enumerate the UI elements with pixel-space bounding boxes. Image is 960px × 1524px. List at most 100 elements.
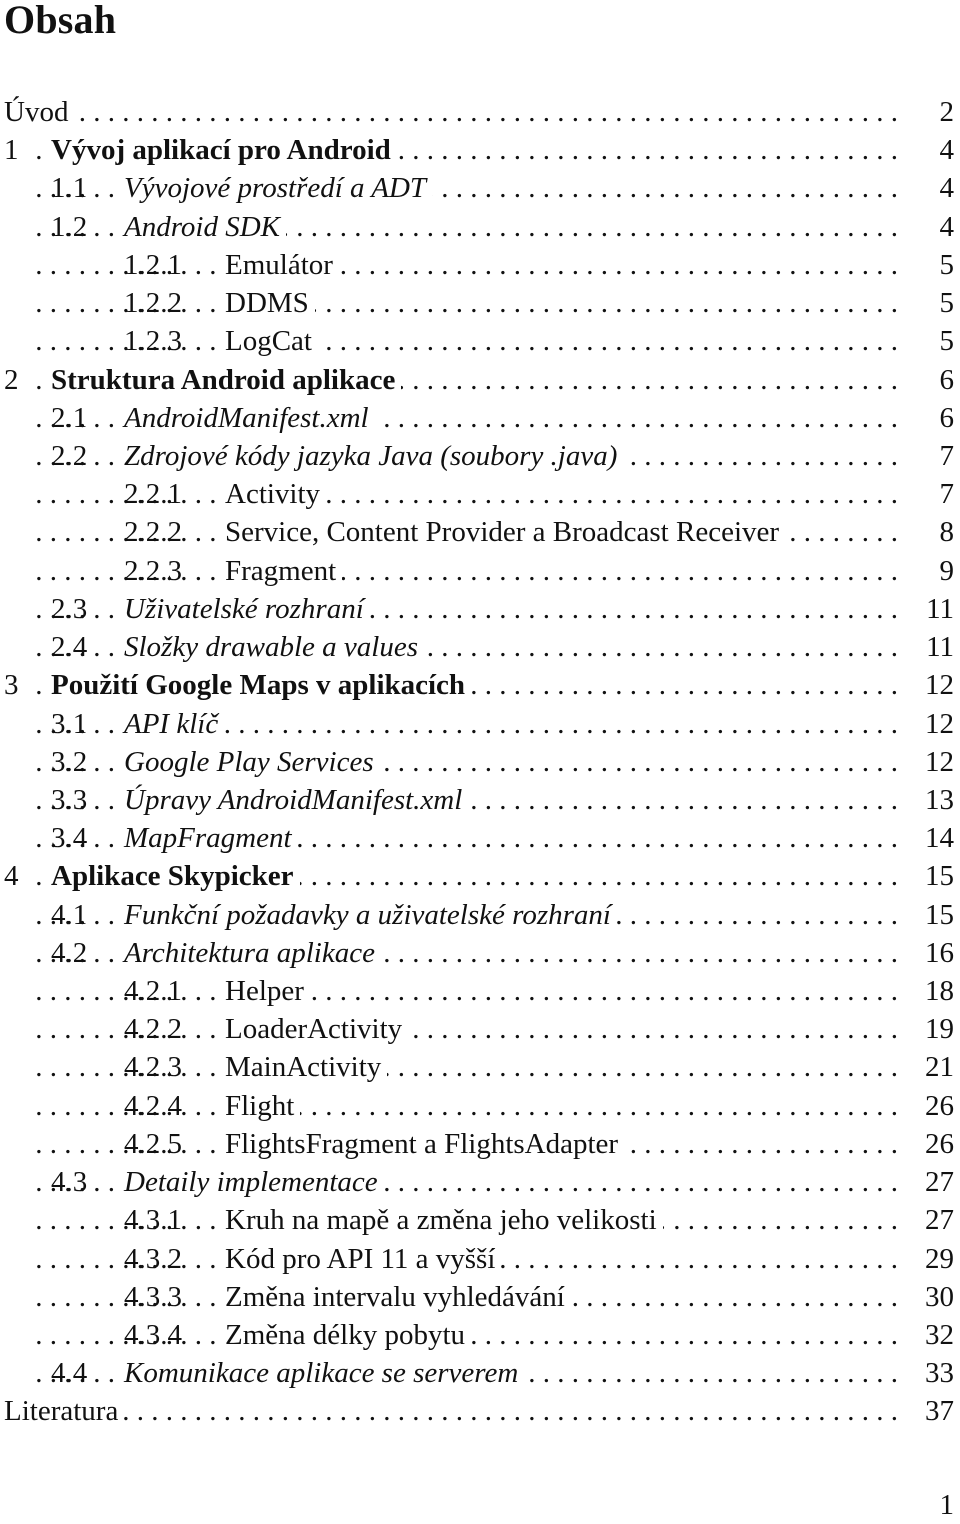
- toc-entry-title[interactable]: Funkční požadavky a uživatelské rozhraní: [124, 895, 617, 934]
- toc-entry-page-number[interactable]: 4: [939, 207, 954, 246]
- toc-entry[interactable]: 4.2.1 Helper . . . . . . . . . . . . . . …: [0, 972, 960, 1011]
- toc-entry[interactable]: 4 Aplikace Skypicker . . . . . . . . . . …: [0, 857, 960, 896]
- toc-entry-page-number[interactable]: 26: [925, 1086, 954, 1125]
- toc-entry[interactable]: 4.3.3 Změna intervalu vyhledávání . . . .…: [0, 1277, 960, 1316]
- toc-entry-page-number[interactable]: 29: [925, 1239, 954, 1278]
- toc-entry[interactable]: 2.4 Složky drawable a values . . . . . . …: [0, 628, 960, 667]
- toc-entry-title[interactable]: MapFragment: [124, 819, 298, 858]
- toc-entry-title[interactable]: Složky drawable a values: [124, 628, 424, 667]
- toc-entry-page-number[interactable]: 14: [925, 819, 954, 858]
- toc-entry-page-number[interactable]: 26: [925, 1124, 954, 1163]
- toc-entry-page-number[interactable]: 27: [925, 1201, 954, 1240]
- toc-entry-title[interactable]: Detaily implementace: [124, 1163, 384, 1202]
- toc-entry-title[interactable]: Fragment: [225, 551, 343, 590]
- toc-entry-title[interactable]: FlightsFragment a FlightsAdapter: [225, 1124, 625, 1163]
- toc-entry-title[interactable]: Úvod: [4, 93, 75, 131]
- toc-entry[interactable]: 2.2.2 Service, Content Provider a Broadca…: [0, 513, 960, 552]
- toc-entry-page-number[interactable]: 11: [926, 589, 954, 628]
- toc-entry[interactable]: 2.2.3 Fragment . . . . . . . . . . . . . …: [0, 551, 960, 590]
- toc-entry-page-number[interactable]: 33: [925, 1354, 954, 1393]
- toc-entry-title[interactable]: Použití Google Maps v aplikacích: [51, 666, 472, 705]
- toc-entry[interactable]: 1.2 Android SDK . . . . . . . . . . . . .…: [0, 207, 960, 246]
- toc-entry-page-number[interactable]: 15: [925, 895, 954, 934]
- toc-entry-title[interactable]: Service, Content Provider a Broadcast Re…: [225, 513, 786, 552]
- toc-entry[interactable]: 1.2.2 DDMS . . . . . . . . . . . . . . . …: [0, 284, 960, 323]
- toc-entry[interactable]: 3.4 MapFragment . . . . . . . . . . . . .…: [0, 819, 960, 858]
- toc-entry-page-number[interactable]: 12: [925, 742, 954, 781]
- toc-entry-page-number[interactable]: 37: [925, 1392, 954, 1431]
- toc-entry[interactable]: 1 Vývoj aplikací pro Android . . . . . . …: [0, 131, 960, 170]
- toc-entry-page-number[interactable]: 27: [925, 1163, 954, 1202]
- toc-entry-page-number[interactable]: 9: [939, 551, 954, 590]
- toc-entry[interactable]: 1.2.3 LogCat . . . . . . . . . . . . . . …: [0, 322, 960, 361]
- toc-entry[interactable]: 3 Použití Google Maps v aplikacích . . . …: [0, 666, 960, 705]
- toc-entry-page-number[interactable]: 7: [939, 475, 954, 514]
- toc-entry-page-number[interactable]: 6: [939, 398, 954, 437]
- toc-entry[interactable]: 3.2 Google Play Services . . . . . . . . …: [0, 742, 960, 781]
- toc-entry[interactable]: 4.2.4 Flight . . . . . . . . . . . . . . …: [0, 1086, 960, 1125]
- toc-entry-title[interactable]: Aplikace Skypicker: [51, 857, 300, 896]
- toc-entry-title[interactable]: Komunikace aplikace se serverem: [124, 1354, 525, 1393]
- toc-entry-page-number[interactable]: 12: [925, 704, 954, 743]
- toc-entry-title[interactable]: Struktura Android aplikace: [51, 360, 402, 399]
- toc-entry-title[interactable]: Literatura: [4, 1392, 125, 1431]
- toc-entry[interactable]: 2.2 Zdrojové kódy jazyka Java (soubory .j…: [0, 436, 960, 475]
- toc-entry[interactable]: 4.4 Komunikace aplikace se serverem . . .…: [0, 1354, 960, 1393]
- toc-entry[interactable]: 1.2.1 Emulátor . . . . . . . . . . . . . …: [0, 245, 960, 284]
- toc-entry-title[interactable]: Změna intervalu vyhledávání: [225, 1277, 571, 1316]
- toc-entry[interactable]: 4.3.4 Změna délky pobytu . . . . . . . . …: [0, 1316, 960, 1354]
- toc-entry-page-number[interactable]: 30: [925, 1277, 954, 1316]
- toc-entry-title[interactable]: DDMS: [225, 284, 315, 323]
- toc-entry[interactable]: 4.3 Detaily implementace . . . . . . . . …: [0, 1163, 960, 1202]
- toc-entry-title[interactable]: LoaderActivity: [225, 1010, 409, 1049]
- toc-entry-page-number[interactable]: 13: [925, 780, 954, 819]
- toc-entry[interactable]: 4.1 Funkční požadavky a uživatelské rozhr…: [0, 895, 960, 934]
- toc-entry-title[interactable]: AndroidManifest.xml: [124, 398, 375, 437]
- toc-entry[interactable]: Úvod . . . . . . . . . . . . . . . . . .…: [0, 93, 960, 131]
- toc-entry[interactable]: 2.2.1 Activity . . . . . . . . . . . . . …: [0, 475, 960, 514]
- toc-entry-page-number[interactable]: 7: [939, 436, 954, 475]
- toc-entry-page-number[interactable]: 6: [939, 360, 954, 399]
- toc-entry-title[interactable]: Změna délky pobytu: [225, 1316, 472, 1354]
- toc-entry[interactable]: 4.3.1 Kruh na mapě a změna jeho velikosti…: [0, 1201, 960, 1240]
- toc-entry[interactable]: 2.1 AndroidManifest.xml . . . . . . . . .…: [0, 398, 960, 437]
- toc-entry[interactable]: 4.2.3 MainActivity . . . . . . . . . . . …: [0, 1048, 960, 1087]
- toc-entry-title[interactable]: API klíč: [124, 704, 225, 743]
- toc-entry-page-number[interactable]: 2: [939, 93, 954, 131]
- toc-entry-title[interactable]: MainActivity: [225, 1048, 388, 1087]
- toc-entry-page-number[interactable]: 18: [925, 972, 954, 1011]
- toc-entry-page-number[interactable]: 32: [925, 1316, 954, 1354]
- toc-entry[interactable]: 2 Struktura Android aplikace . . . . . . …: [0, 360, 960, 399]
- toc-entry-title[interactable]: Emulátor: [225, 245, 339, 284]
- toc-entry-page-number[interactable]: 4: [939, 131, 954, 170]
- toc-entry[interactable]: 4.3.2 Kód pro API 11 a vyšší . . . . . . …: [0, 1239, 960, 1278]
- toc-entry-title[interactable]: Kód pro API 11 a vyšší: [225, 1239, 502, 1278]
- toc-entry-page-number[interactable]: 5: [939, 284, 954, 323]
- toc-entry-title[interactable]: Activity: [225, 475, 327, 514]
- toc-entry-title[interactable]: Android SDK: [124, 207, 287, 246]
- toc-entry-title[interactable]: Kruh na mapě a změna jeho velikosti: [225, 1201, 663, 1240]
- toc-entry-page-number[interactable]: 4: [939, 169, 954, 208]
- toc-entry[interactable]: 3.1 API klíč . . . . . . . . . . . . . . …: [0, 704, 960, 743]
- toc-entry-title[interactable]: Vývoj aplikací pro Android: [51, 131, 397, 170]
- toc-entry-page-number[interactable]: 5: [939, 245, 954, 284]
- toc-entry-page-number[interactable]: 16: [925, 933, 954, 972]
- toc-entry-title[interactable]: Zdrojové kódy jazyka Java (soubory .java…: [124, 436, 624, 475]
- toc-entry-title[interactable]: Úpravy AndroidManifest.xml: [124, 780, 469, 819]
- toc-entry-title[interactable]: Architektura aplikace: [124, 933, 381, 972]
- toc-entry-page-number[interactable]: 12: [925, 666, 954, 705]
- toc-entry-page-number[interactable]: 15: [925, 857, 954, 896]
- toc-entry-title[interactable]: Vývojové prostředí a ADT: [124, 169, 433, 208]
- toc-entry[interactable]: 4.2.5 FlightsFragment a FlightsAdapter . …: [0, 1124, 960, 1163]
- toc-entry[interactable]: 1.1 Vývojové prostředí a ADT . . . . . . …: [0, 169, 960, 208]
- toc-entry[interactable]: 4.2.2 LoaderActivity . . . . . . . . . . …: [0, 1010, 960, 1049]
- toc-entry-title[interactable]: Flight: [225, 1086, 301, 1125]
- toc-entry-title[interactable]: Uživatelské rozhraní: [124, 589, 370, 628]
- toc-entry-page-number[interactable]: 21: [925, 1048, 954, 1087]
- toc-entry[interactable]: 3.3 Úpravy AndroidManifest.xml . . . . . …: [0, 780, 960, 819]
- toc-entry-title[interactable]: Google Play Services: [124, 742, 380, 781]
- toc-entry-page-number[interactable]: 19: [925, 1010, 954, 1049]
- toc-entry[interactable]: 2.3 Uživatelské rozhraní . . . . . . . . …: [0, 589, 960, 628]
- toc-entry-title[interactable]: Helper: [225, 972, 310, 1011]
- toc-entry-page-number[interactable]: 8: [939, 513, 954, 552]
